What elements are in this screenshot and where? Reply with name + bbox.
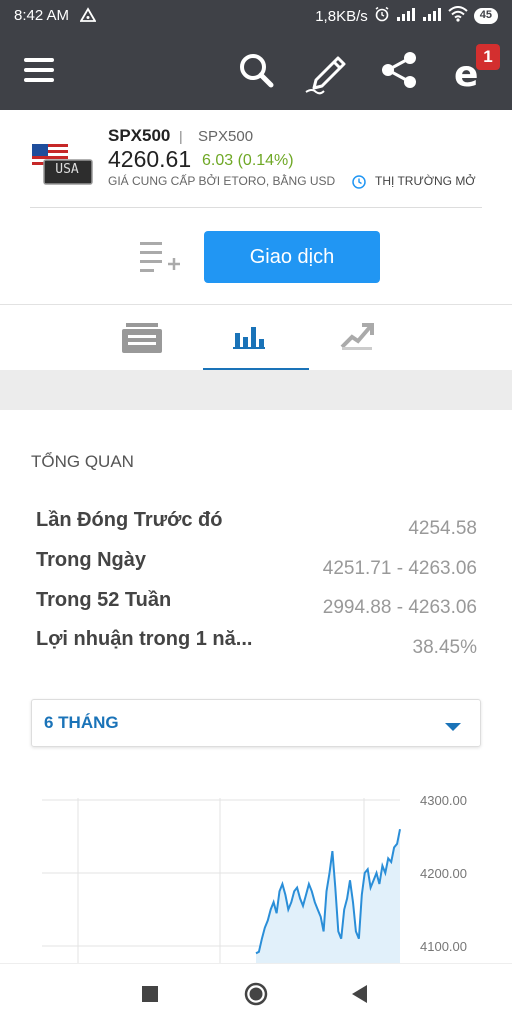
period-selected: 6 THÁNG — [44, 713, 119, 732]
menu-icon[interactable] — [18, 48, 62, 92]
overview-title: TỔNG QUAN — [31, 452, 134, 471]
header-divider — [30, 207, 482, 208]
overview-row-label: Trong Ngày — [36, 549, 147, 571]
news-icon — [122, 323, 162, 353]
clock-icon — [351, 174, 367, 195]
price-provider-note: GIÁ CUNG CẤP BỞI ETORO, BẰNG USD — [108, 174, 336, 188]
y-tick-label: 4100.00 — [420, 939, 467, 954]
alarm-icon — [374, 6, 390, 26]
price-area — [256, 829, 400, 964]
network-speed: 1,8KB/s — [315, 7, 368, 25]
y-tick-label: 4300.00 — [420, 793, 467, 808]
dropdown-arrow-icon — [444, 719, 462, 737]
battery-indicator: 45 — [473, 8, 498, 24]
price-chart[interactable]: 4300.00 4200.00 4100.00 — [0, 780, 512, 964]
overview-row-value: 2994.88 - 4263.06 — [322, 597, 477, 618]
back-icon[interactable] — [352, 985, 368, 1008]
wifi-icon — [448, 6, 468, 26]
instrument-price: 4260.61 — [108, 146, 192, 172]
signal-icon — [396, 7, 416, 25]
tab-news[interactable] — [88, 305, 194, 371]
status-bar: 8:42 AM 1,8KB/s 45 — [0, 0, 512, 32]
home-icon[interactable] — [244, 982, 268, 1011]
instrument-symbol-secondary: SPX500 — [198, 128, 254, 145]
y-tick-label: 4200.00 — [420, 866, 467, 881]
tab-chart[interactable] — [318, 305, 424, 371]
overview-row-label: Lợi nhuận trong 1 nă... — [36, 628, 253, 650]
flag-label: USA — [55, 162, 79, 177]
search-icon[interactable] — [234, 48, 278, 92]
overview-row-value: 4254.58 — [408, 518, 477, 539]
period-dropdown[interactable]: 6 THÁNG — [31, 699, 481, 747]
svg-text:e: e — [454, 54, 478, 92]
tab-bar — [0, 304, 512, 371]
market-status: THỊ TRƯỜNG MỞ — [375, 174, 476, 188]
trade-button[interactable]: Giao dịch — [204, 231, 380, 283]
alert-icon — [79, 7, 97, 27]
overview-row-label: Trong 52 Tuần — [36, 589, 172, 611]
app-bar: e — [0, 32, 512, 110]
system-nav-bar — [0, 963, 512, 1024]
symbol-separator: | — [179, 128, 183, 144]
status-indicators: 1,8KB/s 45 — [315, 6, 498, 26]
section-spacer — [0, 370, 512, 410]
overview-row-label: Lần Đóng Trước đó — [36, 509, 223, 531]
notification-badge: 1 — [476, 44, 500, 70]
share-icon[interactable] — [378, 48, 422, 92]
signal-icon-2 — [422, 7, 442, 25]
recents-icon[interactable] — [142, 986, 158, 1007]
instrument-symbol: SPX500 — [108, 126, 171, 145]
bar-chart-icon — [233, 327, 265, 349]
status-time: 8:42 AM — [14, 7, 70, 24]
edit-icon[interactable] — [304, 48, 348, 95]
trend-icon — [340, 323, 374, 350]
tab-stats[interactable] — [203, 305, 309, 371]
price-change: 6.03 (0.14%) — [202, 152, 294, 169]
overview-row-value: 4251.71 - 4263.06 — [322, 558, 477, 579]
overview-row-value: 38.45% — [412, 637, 477, 658]
add-to-watchlist-icon[interactable] — [138, 240, 182, 279]
